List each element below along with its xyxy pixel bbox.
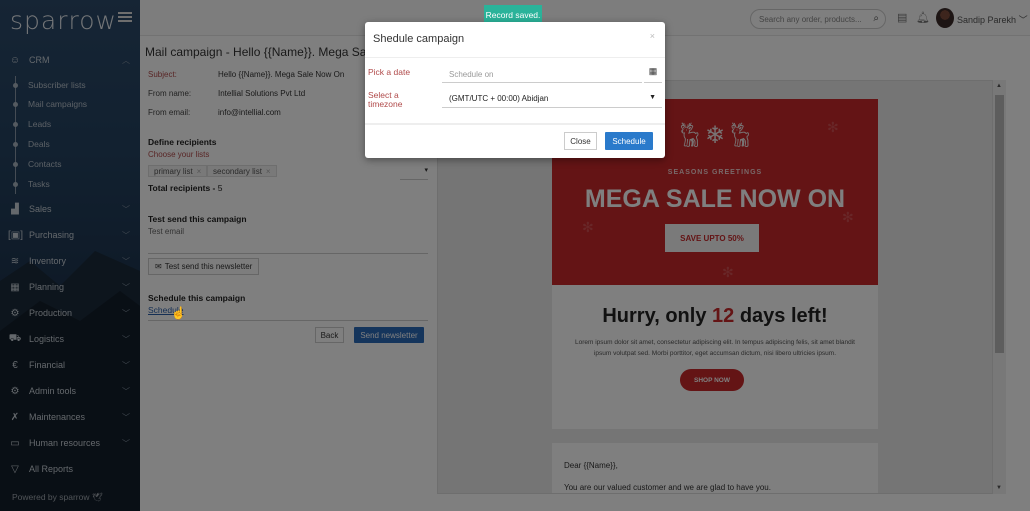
close-icon[interactable]: × [650, 31, 655, 41]
divider [365, 123, 665, 125]
calendar-icon[interactable]: ▦ [644, 66, 662, 83]
schedule-date-input[interactable]: Schedule on [442, 65, 642, 83]
timezone-label: Select a timezone [368, 90, 403, 109]
schedule-modal: Shedule campaign × Pick a date Schedule … [365, 22, 665, 158]
modal-title: Shedule campaign [373, 33, 465, 45]
schedule-button[interactable]: Schedule [605, 132, 653, 150]
divider [365, 57, 665, 58]
timezone-value: (GMT/UTC + 00:00) Abidjan [449, 94, 549, 103]
caret-down-icon: ▼ [649, 94, 656, 101]
timezone-select[interactable]: (GMT/UTC + 00:00) Abidjan ▼ [442, 88, 662, 108]
app-root: sparrow ☺ CRM ︿ Subscriber lists Mail ca… [0, 0, 1030, 511]
close-button[interactable]: Close [564, 132, 597, 150]
pick-date-label: Pick a date [368, 67, 411, 77]
hand-cursor-icon: ☝ [171, 306, 186, 320]
